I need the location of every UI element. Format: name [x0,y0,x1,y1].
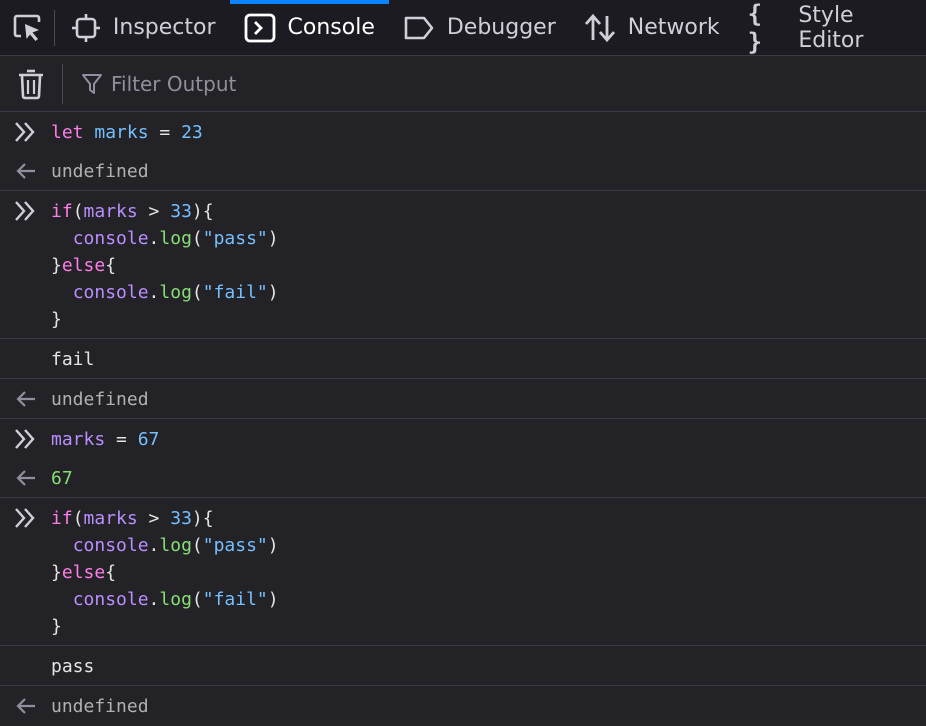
console-input-row: if(marks > 33){ console.log("pass")}else… [0,191,926,339]
input-prompt-icon [0,112,51,151]
result-value: undefined [51,161,149,182]
tab-label: Network [627,15,720,40]
code-block: if(marks > 33){ console.log("pass")}else… [51,508,279,637]
result-arrow-icon [0,151,51,190]
code-line: marks = 67 [51,429,160,450]
console-output: let marks = 23 undefined if(marks > 33){… [0,112,926,725]
tab-label: Console [287,15,375,40]
input-prompt-icon [0,191,51,338]
tab-label: Inspector [112,15,216,40]
filter-icon [82,73,102,94]
console-input-row: marks = 67 [0,419,926,458]
network-icon [584,13,616,43]
tab-debugger[interactable]: Debugger [389,0,570,56]
tab-style-editor[interactable]: { } Style Editor [734,0,926,56]
input-prompt-icon [0,419,51,458]
result-arrow-icon [0,686,51,725]
filter-placeholder: Filter Output [111,71,237,96]
result-value: undefined [51,389,149,410]
console-result-row: undefined [0,151,926,191]
console-log-row: pass [0,646,926,686]
console-log-row: fail [0,339,926,379]
tab-separator [53,9,55,46]
tab-label: Style Editor [798,2,864,53]
tab-network[interactable]: Network [570,0,734,56]
console-input-row: if(marks > 33){ console.log("pass")}else… [0,498,926,646]
element-picker-icon [13,14,41,41]
console-icon [244,13,276,43]
console-result-row: undefined [0,379,926,419]
style-editor-icon: { } [747,0,763,56]
console-result-row: 67 [0,458,926,498]
tab-console[interactable]: Console [229,0,390,56]
inspector-icon [71,13,101,43]
console-result-row: undefined [0,686,926,725]
clear-console-button[interactable] [0,56,62,112]
devtools-tab-bar: Inspector Console Debugger Network { } S… [0,0,926,56]
log-output: pass [51,656,95,677]
element-picker-button[interactable] [0,0,54,56]
result-arrow-icon [0,458,51,497]
log-output: fail [51,349,95,370]
result-arrow-icon [0,379,51,418]
code-line: let marks = 23 [51,122,203,143]
filter-output-input[interactable]: Filter Output [81,72,236,96]
result-value: 67 [51,468,73,489]
tab-label: Debugger [446,15,556,40]
console-toolbar: Filter Output [0,56,926,112]
input-prompt-icon [0,498,51,645]
console-input-row: let marks = 23 [0,112,926,151]
code-block: if(marks > 33){ console.log("pass")}else… [51,201,279,330]
result-value: undefined [51,696,149,717]
tab-inspector[interactable]: Inspector [57,0,230,56]
toolbar-separator [62,63,63,104]
trash-icon [19,69,43,99]
debugger-icon [403,15,435,41]
